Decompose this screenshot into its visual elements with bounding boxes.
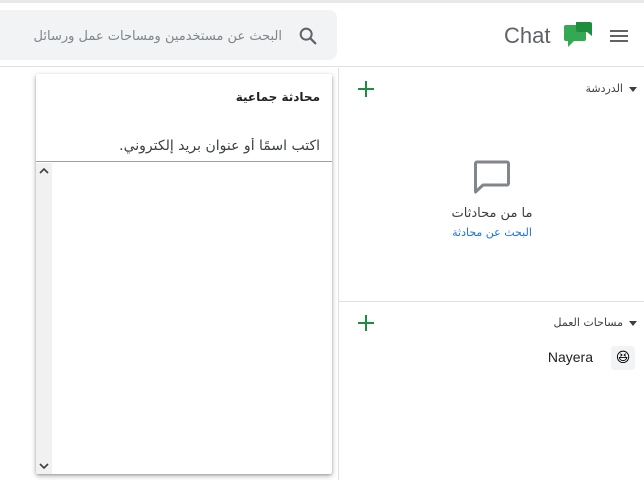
no-chats-text: ما من محادثات <box>451 206 533 221</box>
scrollbar[interactable] <box>36 163 52 474</box>
chats-section-title: الدردشة <box>585 82 623 95</box>
caret-down-icon[interactable] <box>629 321 637 326</box>
spaces-section-header[interactable]: مساحات العمل <box>339 304 644 340</box>
list-item[interactable]: 😆 Nayera <box>339 342 644 374</box>
app-title: Chat <box>504 23 551 48</box>
caret-down-icon[interactable] <box>629 87 637 92</box>
group-chat-dialog: محادثة جماعية <box>36 74 332 474</box>
chats-section-header[interactable]: الدردشة <box>339 70 644 106</box>
hamburger-menu-icon[interactable] <box>608 27 630 45</box>
find-chat-link[interactable]: البحث عن محادثة <box>452 226 532 239</box>
chats-empty-state: ما من محادثات البحث عن محادثة <box>339 156 644 240</box>
search-input[interactable] <box>10 24 282 48</box>
people-search-input[interactable] <box>36 130 332 162</box>
google-chat-logo-icon <box>564 22 592 47</box>
header: Chat <box>0 3 644 67</box>
navigation-panel: الدردشة ما من محادثات البحث عن محادثة مس… <box>338 68 644 480</box>
search-icon[interactable] <box>297 25 319 47</box>
results-list <box>36 163 332 474</box>
space-name: Nayera <box>547 349 593 365</box>
search-box[interactable] <box>0 10 337 60</box>
spaces-section-title: مساحات العمل <box>553 316 623 329</box>
chat-app: Chat الدردشة ما من محادثات البحث عن محاد… <box>0 0 644 480</box>
scroll-up-icon[interactable] <box>36 163 52 179</box>
start-chat-plus-icon[interactable] <box>357 80 375 98</box>
scroll-down-icon[interactable] <box>36 458 52 474</box>
dialog-title: محادثة جماعية <box>235 90 320 104</box>
space-avatar: 😆 <box>611 346 635 370</box>
chat-bubble-icon <box>474 160 510 194</box>
section-divider <box>339 301 644 302</box>
add-space-plus-icon[interactable] <box>357 314 375 332</box>
